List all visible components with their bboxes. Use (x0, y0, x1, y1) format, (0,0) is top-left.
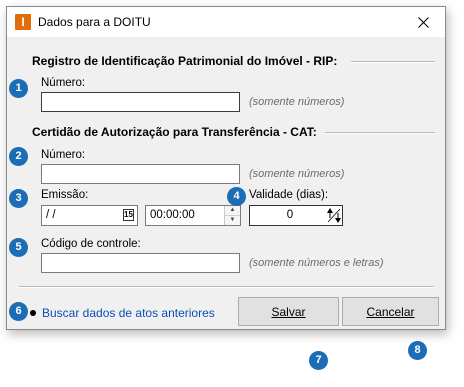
buscar-dados-link[interactable]: Buscar dados de atos anteriores (42, 306, 215, 320)
emissao-label: Emissão: (41, 189, 89, 201)
calendar-icon[interactable]: 15 (123, 209, 134, 221)
emissao-date-value: / / (46, 209, 56, 221)
rip-numero-input[interactable] (41, 92, 240, 112)
codigo-label: Código de controle: (41, 238, 141, 250)
validade-value: 0 (286, 209, 294, 221)
cat-numero-label: Número: (41, 149, 86, 161)
salvar-button[interactable]: Salvar (238, 297, 339, 326)
spin-down-icon[interactable]: ▼ (225, 216, 240, 225)
rip-section-divider (351, 61, 435, 63)
emissao-date-picker[interactable]: / / 15 (41, 205, 138, 226)
dialog-window: I Dados para a DOITU Registro de Identif… (6, 6, 446, 330)
callout-badge-4: 4 (227, 187, 246, 206)
callout-badge-2: 2 (9, 147, 28, 166)
cancelar-label: Cancelar (366, 304, 415, 319)
link-bullet (30, 310, 36, 316)
codigo-hint: (somente números e letras) (249, 257, 384, 269)
rip-numero-label: Número: (41, 77, 86, 89)
callout-badge-3: 3 (9, 189, 28, 208)
close-button[interactable] (401, 7, 445, 37)
cat-numero-hint: (somente números) (249, 168, 345, 180)
spin-up-icon[interactable]: ▲ (225, 206, 240, 216)
footer-divider (19, 286, 434, 288)
callout-badge-5: 5 (9, 238, 28, 257)
stepper-arrows-icon[interactable] (327, 207, 341, 224)
emissao-time-input[interactable]: 00:00:00 ▲ ▼ (145, 205, 241, 226)
emissao-time-value: 00:00:00 (150, 209, 195, 221)
salvar-label: Salvar (271, 304, 306, 319)
callout-badge-8: 8 (408, 341, 427, 360)
cat-section-divider (325, 132, 435, 134)
close-icon (417, 16, 429, 28)
title-bar: I Dados para a DOITU (7, 7, 445, 37)
callout-badge-7: 7 (309, 351, 328, 370)
time-spinner[interactable]: ▲ ▼ (224, 206, 240, 225)
codigo-input[interactable] (41, 253, 240, 273)
validade-stepper[interactable]: 0 (249, 205, 343, 226)
rip-numero-hint: (somente números) (249, 96, 345, 108)
validade-label: Validade (dias): (249, 189, 329, 201)
rip-section-heading: Registro de Identificação Patrimonial do… (32, 54, 338, 68)
app-icon: I (15, 14, 31, 30)
callout-badge-6: 6 (9, 302, 28, 321)
cat-numero-input[interactable] (41, 164, 240, 184)
callout-badge-1: 1 (9, 79, 28, 98)
cancelar-button[interactable]: Cancelar (342, 297, 439, 326)
window-title: Dados para a DOITU (38, 15, 151, 29)
cat-section-heading: Certidão de Autorização para Transferênc… (32, 125, 317, 139)
